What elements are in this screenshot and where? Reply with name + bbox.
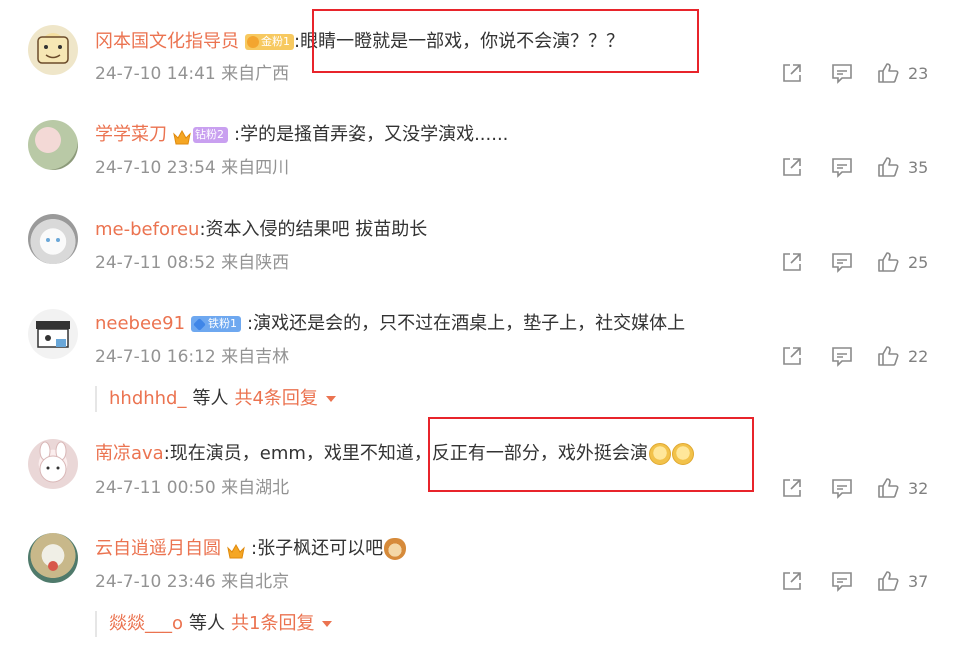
share-button[interactable] <box>780 344 804 368</box>
fan-badge[interactable]: 钻粉2 <box>193 127 228 143</box>
comment-meta: 24-7-11 08:52 来自陕西 <box>95 253 290 273</box>
comment-button[interactable] <box>830 61 854 85</box>
avatar[interactable] <box>28 214 78 264</box>
username[interactable]: me-beforeu <box>95 217 199 243</box>
comment-actions: 32 <box>780 476 940 500</box>
reply-usernames[interactable]: 燚燚___o <box>109 613 183 634</box>
comment-actions: 35 <box>780 155 940 179</box>
highlight-box <box>312 9 699 73</box>
crown-icon <box>173 127 191 145</box>
comment-meta: 24-7-10 16:12 来自吉林 <box>95 347 290 367</box>
thumbs-up-icon <box>878 63 899 83</box>
fan-badge-icon <box>193 317 206 331</box>
share-icon <box>783 253 801 271</box>
comment-icon <box>832 64 852 84</box>
reply-summary[interactable]: 燚燚___o 等人 共1条回复 <box>95 611 333 637</box>
comment-button[interactable] <box>830 155 854 179</box>
avatar[interactable] <box>28 120 78 170</box>
username[interactable]: 南凉ava <box>95 441 164 467</box>
comment-text: :张子枫还可以吧 <box>251 538 384 559</box>
cat-face-emoji <box>384 538 407 560</box>
comment-text: :学的是搔首弄姿，又没学演戏...... <box>234 124 509 145</box>
fan-badge-label: 钻粉2 <box>195 128 224 141</box>
like-button[interactable]: 37 <box>876 569 928 593</box>
comment-button[interactable] <box>830 344 854 368</box>
comment-icon <box>832 158 852 178</box>
comment-meta: 24-7-11 00:50 来自湖北 <box>95 478 290 498</box>
comment-actions: 25 <box>780 250 940 274</box>
crown-icon <box>227 541 245 559</box>
comment-icon <box>832 479 852 499</box>
share-button[interactable] <box>780 569 804 593</box>
comment-actions: 22 <box>780 344 940 368</box>
thumbs-up-icon <box>878 157 899 177</box>
fan-badge-label: 金粉1 <box>261 35 290 48</box>
share-button[interactable] <box>780 250 804 274</box>
comment-meta: 24-7-10 14:41 来自广西 <box>95 64 290 84</box>
share-icon <box>783 158 801 176</box>
reply-summary[interactable]: hhdhhd_ 等人 共4条回复 <box>95 386 336 412</box>
like-button[interactable]: 35 <box>876 155 928 179</box>
comment-button[interactable] <box>830 476 854 500</box>
comment-meta: 24-7-10 23:46 来自北京 <box>95 572 290 592</box>
like-count: 22 <box>908 346 929 366</box>
thumbs-up-icon <box>878 252 899 272</box>
comment-button[interactable] <box>830 250 854 274</box>
reply-count-link[interactable]: 共4条回复 <box>234 388 317 409</box>
username[interactable]: 冈本国文化指导员 <box>95 29 239 55</box>
share-icon <box>783 572 801 590</box>
avatar[interactable] <box>28 25 78 75</box>
like-count: 37 <box>908 571 929 591</box>
like-button[interactable]: 25 <box>876 250 928 274</box>
comment-actions: 23 <box>780 61 940 85</box>
comment-actions: 37 <box>780 569 940 593</box>
comment-text: :演戏还是会的，只不过在酒桌上，垫子上，社交媒体上 <box>247 313 686 334</box>
like-button[interactable]: 22 <box>876 344 928 368</box>
comment-icon <box>832 253 852 273</box>
thumbs-up-icon <box>878 571 899 591</box>
fan-badge[interactable]: 金粉1 <box>245 34 294 50</box>
comment-text: :资本入侵的结果吧 拔苗助长 <box>199 219 428 240</box>
username[interactable]: neebee91 <box>95 311 185 337</box>
fan-badge-icon <box>247 36 259 48</box>
like-count: 32 <box>908 478 929 498</box>
thumbs-up-icon <box>878 478 899 498</box>
reply-summary-text: 等人 <box>192 388 229 409</box>
fan-badge[interactable]: 铁粉1 <box>191 316 242 332</box>
share-button[interactable] <box>780 155 804 179</box>
like-button[interactable]: 32 <box>876 476 928 500</box>
avatar[interactable] <box>28 533 78 583</box>
chevron-down-icon <box>325 396 336 402</box>
share-icon <box>783 64 801 82</box>
reply-usernames[interactable]: hhdhhd_ <box>109 388 186 409</box>
reply-summary-text: 等人 <box>189 613 226 634</box>
username[interactable]: 云自逍遥月自圆 <box>95 536 221 562</box>
like-button[interactable]: 23 <box>876 61 928 85</box>
avatar[interactable] <box>28 309 78 359</box>
comment-icon <box>832 347 852 367</box>
thumbs-up-icon <box>878 346 899 366</box>
comment-button[interactable] <box>830 569 854 593</box>
share-button[interactable] <box>780 476 804 500</box>
comment-icon <box>832 572 852 592</box>
chevron-down-icon <box>322 621 333 627</box>
share-icon <box>783 347 801 365</box>
share-button[interactable] <box>780 61 804 85</box>
comment-meta: 24-7-10 23:54 来自四川 <box>95 158 290 178</box>
reply-count-link[interactable]: 共1条回复 <box>231 613 314 634</box>
like-count: 35 <box>908 157 929 177</box>
highlight-box <box>428 417 754 492</box>
username[interactable]: 学学菜刀 <box>95 122 167 148</box>
like-count: 25 <box>908 252 929 272</box>
avatar[interactable] <box>28 439 78 489</box>
share-icon <box>783 479 801 497</box>
like-count: 23 <box>908 63 929 83</box>
fan-badge-label: 铁粉1 <box>208 317 238 330</box>
